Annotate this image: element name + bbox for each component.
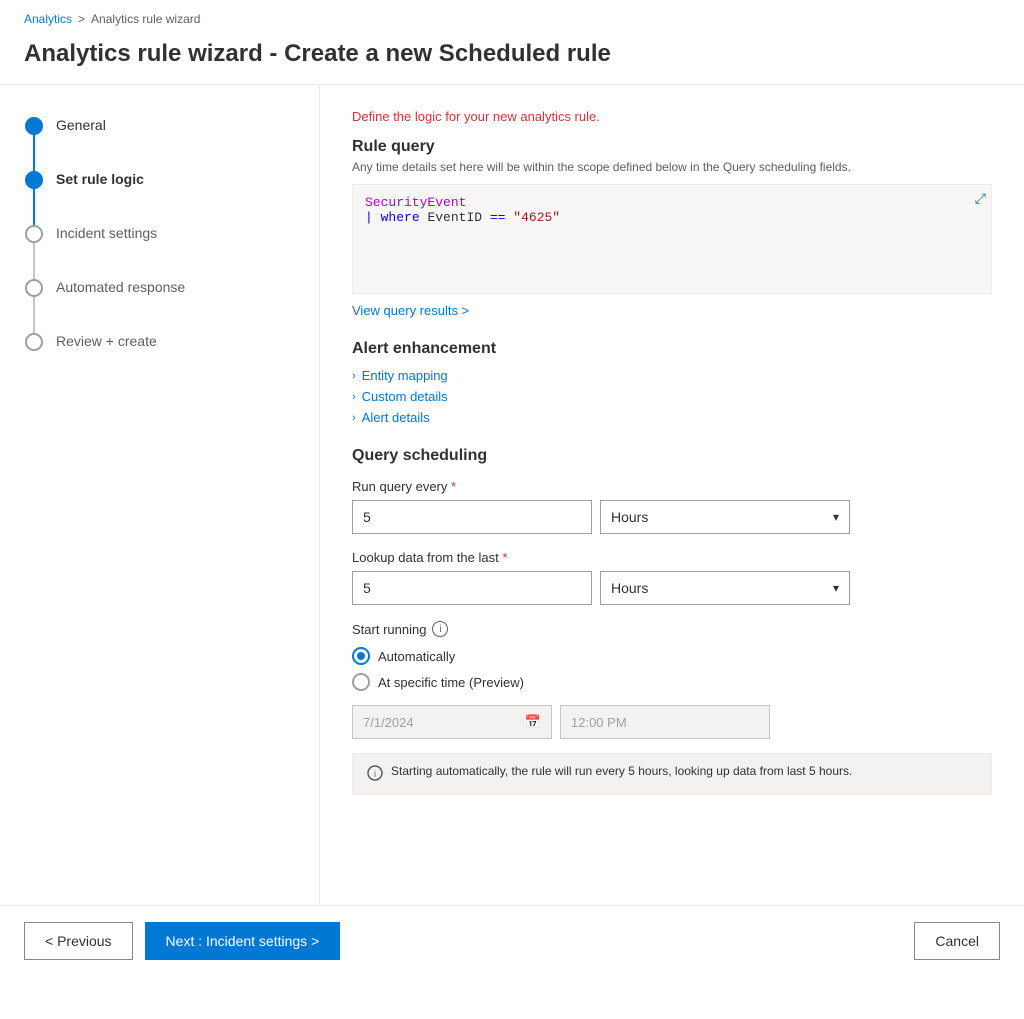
time-value: 12:00 PM: [571, 715, 627, 730]
breadcrumb-analytics[interactable]: Analytics: [24, 12, 72, 26]
custom-details-label: Custom details: [362, 389, 448, 404]
query-editor-wrapper: ⤢ SecurityEvent | where EventID == "4625…: [352, 184, 992, 294]
next-button[interactable]: Next : Incident settings >: [145, 922, 341, 960]
step-line-incident-settings: [33, 243, 35, 279]
alert-details-label: Alert details: [362, 410, 430, 425]
breadcrumb-wizard: Analytics rule wizard: [91, 12, 200, 26]
radio-automatically-label: Automatically: [378, 649, 455, 664]
step-connector-incident-settings: [24, 225, 44, 279]
step-dot-incident-settings: [25, 225, 43, 243]
step-dot-general: [25, 117, 43, 135]
radio-group-start-running: Automatically At specific time (Preview): [352, 647, 992, 691]
step-line-automated-response: [33, 297, 35, 333]
calendar-icon: 📅: [525, 714, 541, 730]
step-label-incident-settings: Incident settings: [56, 225, 157, 277]
run-query-unit-chevron: ▾: [833, 510, 839, 524]
alert-details-item[interactable]: › Alert details: [352, 410, 992, 425]
custom-details-chevron: ›: [352, 391, 356, 403]
breadcrumb-sep: >: [78, 12, 85, 26]
alert-details-chevron: ›: [352, 412, 356, 424]
run-query-row: Hours ▾: [352, 500, 992, 534]
view-query-results-link[interactable]: View query results >: [352, 303, 469, 318]
footer: < Previous Next : Incident settings > Ca…: [0, 905, 1024, 976]
radio-specific-time-label: At specific time (Preview): [378, 675, 524, 690]
date-input[interactable]: 7/1/2024 📅: [352, 705, 552, 739]
query-scheduling-title: Query scheduling: [352, 447, 992, 465]
run-query-required: *: [451, 479, 456, 494]
cancel-button[interactable]: Cancel: [914, 922, 1000, 960]
start-running-label: Start running i: [352, 621, 992, 637]
sidebar-item-set-rule-logic[interactable]: Set rule logic: [24, 171, 295, 225]
step-connector-review-create: [24, 333, 44, 351]
layout: General Set rule logic Incident settings: [0, 85, 1024, 905]
content-area: Define the logic for your new analytics …: [320, 85, 1024, 905]
run-query-unit-label: Hours: [611, 509, 648, 525]
step-connector-set-rule-logic: [24, 171, 44, 225]
datetime-row: 7/1/2024 📅 12:00 PM: [352, 705, 992, 739]
rule-query-subtitle: Any time details set here will be within…: [352, 160, 992, 174]
query-editor[interactable]: SecurityEvent | where EventID == "4625": [352, 184, 992, 294]
step-dot-review-create: [25, 333, 43, 351]
svg-text:i: i: [374, 769, 376, 779]
sidebar-item-general[interactable]: General: [24, 117, 295, 171]
date-value: 7/1/2024: [363, 715, 414, 730]
radio-specific-time[interactable]: At specific time (Preview): [352, 673, 992, 691]
lookup-data-required: *: [502, 550, 507, 565]
step-label-automated-response: Automated response: [56, 279, 185, 331]
step-line-general: [33, 135, 35, 171]
alert-enhancement-title: Alert enhancement: [352, 340, 992, 358]
sidebar-item-incident-settings[interactable]: Incident settings: [24, 225, 295, 279]
expand-icon[interactable]: ⤢: [975, 190, 986, 207]
breadcrumb: Analytics > Analytics rule wizard: [0, 0, 1024, 32]
run-query-unit-select[interactable]: Hours ▾: [600, 500, 850, 534]
step-label-set-rule-logic: Set rule logic: [56, 171, 144, 223]
lookup-data-label: Lookup data from the last *: [352, 550, 992, 565]
custom-details-item[interactable]: › Custom details: [352, 389, 992, 404]
info-banner: i Starting automatically, the rule will …: [352, 753, 992, 795]
entity-mapping-chevron: ›: [352, 370, 356, 382]
lookup-data-unit-chevron: ▾: [833, 581, 839, 595]
sidebar-item-automated-response[interactable]: Automated response: [24, 279, 295, 333]
entity-mapping-label: Entity mapping: [362, 368, 448, 383]
step-dot-automated-response: [25, 279, 43, 297]
define-logic-text: Define the logic for your new analytics …: [352, 109, 992, 124]
rule-query-title: Rule query: [352, 138, 992, 156]
lookup-data-value-input[interactable]: [352, 571, 592, 605]
step-connector-general: [24, 117, 44, 171]
lookup-data-unit-label: Hours: [611, 580, 648, 596]
run-query-every-label: Run query every *: [352, 479, 992, 494]
info-banner-icon: i: [367, 765, 383, 784]
start-running-info-icon[interactable]: i: [432, 621, 448, 637]
entity-mapping-item[interactable]: › Entity mapping: [352, 368, 992, 383]
run-query-value-input[interactable]: [352, 500, 592, 534]
sidebar-item-review-create[interactable]: Review + create: [24, 333, 295, 385]
lookup-data-unit-select[interactable]: Hours ▾: [600, 571, 850, 605]
step-connector-automated-response: [24, 279, 44, 333]
radio-automatically[interactable]: Automatically: [352, 647, 992, 665]
info-banner-text: Starting automatically, the rule will ru…: [391, 764, 852, 778]
sidebar: General Set rule logic Incident settings: [0, 85, 320, 905]
page-title: Analytics rule wizard - Create a new Sch…: [0, 32, 1024, 84]
lookup-data-row: Hours ▾: [352, 571, 992, 605]
step-label-general: General: [56, 117, 106, 169]
step-line-set-rule-logic: [33, 189, 35, 225]
step-label-review-create: Review + create: [56, 333, 157, 385]
step-dot-set-rule-logic: [25, 171, 43, 189]
radio-specific-time-circle: [352, 673, 370, 691]
radio-automatically-circle: [352, 647, 370, 665]
time-input[interactable]: 12:00 PM: [560, 705, 770, 739]
step-list: General Set rule logic Incident settings: [24, 117, 295, 385]
previous-button[interactable]: < Previous: [24, 922, 133, 960]
